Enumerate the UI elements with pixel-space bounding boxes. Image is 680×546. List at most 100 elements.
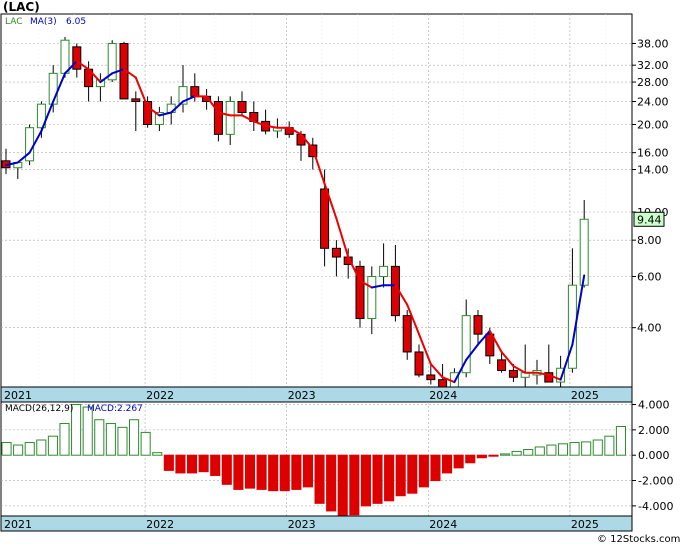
candle-body bbox=[60, 39, 70, 74]
macd-bar bbox=[326, 454, 337, 512]
candle-body bbox=[131, 98, 141, 102]
candle-body bbox=[426, 374, 436, 381]
candle-body bbox=[497, 359, 507, 371]
legend-ma-value: 6.05 bbox=[66, 17, 86, 27]
macd-tick-label: 2.000 bbox=[638, 424, 670, 437]
macd-bar bbox=[395, 454, 406, 497]
candle-body bbox=[225, 100, 235, 135]
macd-legend-label: MACD(26,12,9) bbox=[5, 404, 73, 414]
macd-bar bbox=[337, 454, 348, 517]
macd-bar bbox=[152, 452, 163, 456]
macd-bar bbox=[233, 454, 244, 490]
macd-bar bbox=[314, 454, 325, 504]
macd-bar bbox=[349, 454, 360, 516]
price-x-label: 2025 bbox=[571, 389, 599, 402]
macd-bar bbox=[592, 439, 603, 456]
macd-tick-label: -4.000 bbox=[638, 500, 673, 513]
macd-bar bbox=[442, 454, 453, 474]
candle-body bbox=[190, 86, 200, 97]
macd-bar bbox=[24, 442, 35, 456]
last-price-label: 9.44 bbox=[637, 213, 662, 226]
price-tick-label: 4.00 bbox=[637, 322, 662, 335]
price-tick-label: 24.00 bbox=[637, 95, 669, 108]
price-x-label: 2021 bbox=[4, 389, 32, 402]
macd-bar bbox=[476, 454, 487, 459]
macd-x-label: 2021 bbox=[4, 518, 32, 531]
macd-bar bbox=[105, 423, 116, 456]
macd-bar bbox=[360, 454, 371, 507]
macd-x-label: 2022 bbox=[146, 518, 174, 531]
macd-bar bbox=[291, 454, 302, 490]
macd-bar bbox=[186, 454, 198, 474]
candle-body bbox=[402, 315, 412, 353]
macd-bar bbox=[198, 454, 209, 473]
copyright-label: © 12Stocks.com bbox=[597, 534, 680, 545]
last-price-box: 9.44 bbox=[633, 211, 665, 227]
macd-bar bbox=[117, 426, 128, 456]
macd-bar bbox=[488, 454, 499, 457]
macd-bar bbox=[546, 444, 557, 456]
price-tick-label: 20.00 bbox=[637, 119, 669, 132]
macd-bar bbox=[13, 444, 24, 456]
price-x-label: 2023 bbox=[288, 389, 316, 402]
macd-bar bbox=[384, 454, 395, 502]
macd-bar bbox=[511, 450, 522, 456]
macd-bar bbox=[94, 419, 105, 456]
macd-bar bbox=[604, 435, 615, 456]
stock-chart: 38.0032.0028.0024.0020.0016.0014.0010.00… bbox=[0, 0, 680, 546]
candle-body bbox=[296, 133, 306, 146]
price-panel bbox=[0, 13, 633, 388]
candle-body bbox=[213, 100, 223, 135]
macd-x-label: 2025 bbox=[571, 518, 599, 531]
macd-bar bbox=[268, 454, 279, 492]
price-x-label: 2024 bbox=[429, 389, 457, 402]
macd-bar bbox=[59, 423, 70, 456]
macd-bar bbox=[129, 419, 140, 456]
macd-bar bbox=[499, 453, 511, 456]
macd-bar bbox=[36, 439, 47, 456]
macd-bar bbox=[302, 454, 314, 488]
legend-symbol: LAC bbox=[5, 17, 23, 27]
candle-body bbox=[320, 188, 330, 249]
macd-bar bbox=[175, 454, 186, 474]
macd-bar bbox=[569, 442, 580, 456]
candle-body bbox=[414, 351, 424, 376]
macd-bar bbox=[210, 454, 221, 476]
macd-bar bbox=[221, 454, 232, 485]
price-tick-label: 6.00 bbox=[637, 270, 662, 283]
macd-bar bbox=[244, 454, 256, 489]
macd-tick-label: -2.000 bbox=[638, 475, 673, 488]
candle-body bbox=[331, 247, 341, 258]
macd-bar bbox=[615, 425, 627, 456]
price-tick-label: 16.00 bbox=[637, 147, 669, 160]
price-tick-label: 14.00 bbox=[637, 164, 669, 177]
macd-bar bbox=[1, 442, 12, 456]
macd-bar bbox=[140, 431, 151, 456]
candle-body bbox=[367, 275, 377, 320]
candle-body bbox=[72, 46, 82, 70]
macd-bar bbox=[163, 454, 174, 471]
macd-bar bbox=[256, 454, 267, 490]
price-x-label: 2022 bbox=[146, 389, 174, 402]
macd-bar bbox=[407, 454, 418, 494]
macd-bar bbox=[279, 454, 290, 492]
macd-x-label: 2024 bbox=[429, 518, 457, 531]
candle-body bbox=[473, 315, 483, 335]
price-x-axis-band bbox=[0, 386, 633, 403]
chart-title: (LAC) bbox=[3, 0, 40, 14]
macd-bar bbox=[418, 454, 429, 488]
candle-body bbox=[379, 265, 389, 277]
macd-bar bbox=[47, 435, 58, 456]
macd-bar bbox=[557, 443, 569, 456]
macd-bar bbox=[523, 449, 534, 456]
price-tick-label: 38.00 bbox=[637, 37, 669, 50]
macd-bar bbox=[372, 454, 383, 504]
macd-x-label: 2023 bbox=[288, 518, 316, 531]
macd-bar bbox=[430, 454, 441, 482]
macd-x-axis-band bbox=[0, 515, 633, 532]
price-tick-label: 8.00 bbox=[637, 234, 662, 247]
macd-bar bbox=[581, 441, 592, 456]
legend-ma-label: MA(3) bbox=[30, 17, 57, 27]
candle-body bbox=[508, 369, 518, 378]
macd-bar bbox=[82, 406, 93, 456]
